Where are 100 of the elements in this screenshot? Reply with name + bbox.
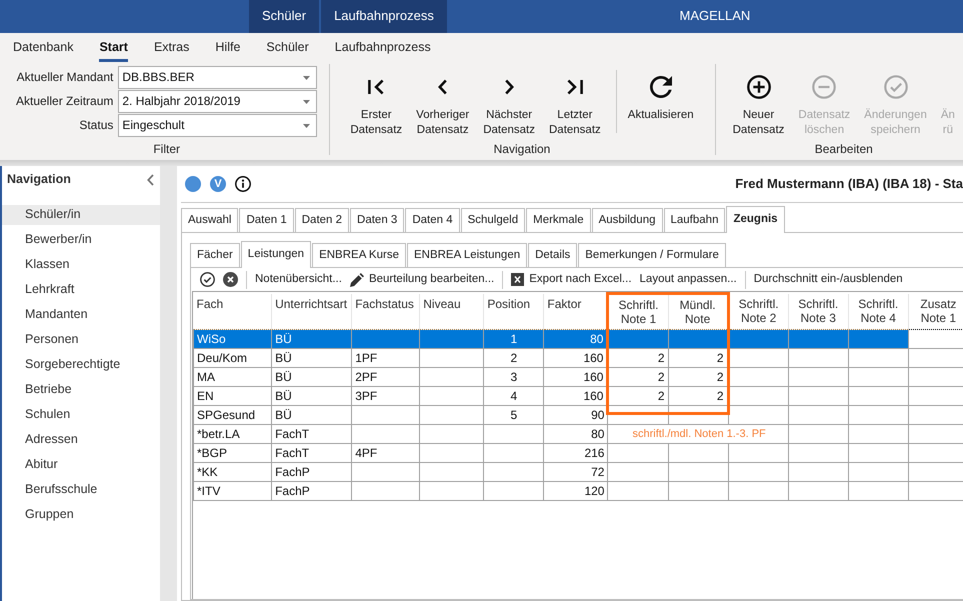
- check-circle-icon: [200, 272, 215, 287]
- letter-badge: V: [210, 176, 226, 192]
- plus-circle-icon: [746, 75, 770, 99]
- tab[interactable]: Details: [528, 243, 578, 267]
- skip-last-icon: [566, 79, 583, 95]
- ribbon-button[interactable]: Erster Datensatz: [343, 66, 410, 138]
- nav-item[interactable]: Gruppen: [2, 505, 160, 525]
- dropdown-caret-icon: [303, 100, 310, 104]
- nav-item[interactable]: Schulen: [2, 405, 160, 425]
- menu-tab[interactable]: Schüler: [266, 33, 309, 62]
- chevron-left-icon: [438, 79, 448, 95]
- tab[interactable]: Schulgeld: [460, 208, 526, 232]
- table-cell: 216: [544, 444, 608, 462]
- chevron-right-icon: [504, 79, 514, 95]
- tab[interactable]: Merkmale: [526, 208, 591, 232]
- tab[interactable]: Daten 4: [405, 208, 460, 232]
- tab[interactable]: ENBREA Kurse: [312, 243, 406, 267]
- dropdown-field[interactable]: Eingeschult: [118, 114, 318, 137]
- table-cell: Deu/Kom: [194, 348, 272, 368]
- tab[interactable]: Bemerkungen / Formulare: [578, 243, 726, 267]
- table-cell: BÜ: [272, 348, 352, 368]
- ribbon-button[interactable]: Nächster Datensatz: [476, 66, 542, 138]
- annotation-note: schriftl./mdl. Noten 1.-3. PF: [608, 424, 788, 444]
- table-cell: FachP: [272, 482, 352, 500]
- tab[interactable]: Ausbildung: [592, 208, 662, 232]
- tab[interactable]: Zeugnis: [726, 206, 785, 233]
- toolbar-button[interactable]: Export nach Excel...: [507, 270, 636, 290]
- table-cell: 160: [544, 348, 608, 368]
- tab[interactable]: Daten 3: [350, 208, 404, 232]
- nav-item[interactable]: Lehrkraft: [2, 280, 160, 300]
- table-cell: *BGP: [194, 444, 272, 462]
- nav-item[interactable]: Klassen: [2, 255, 160, 275]
- menu-tab[interactable]: Datenbank: [13, 33, 74, 62]
- nav-item[interactable]: Betriebe: [2, 380, 160, 400]
- group-label: Filter: [153, 142, 180, 156]
- nav-item[interactable]: Abitur: [2, 455, 160, 475]
- table-cell: BÜ: [272, 386, 352, 406]
- tab[interactable]: Fächer: [190, 243, 240, 267]
- table-cell: 2: [608, 368, 668, 386]
- menu-tab[interactable]: Laufbahnprozess: [334, 33, 431, 62]
- table-cell: 2: [608, 348, 668, 368]
- context-tab[interactable]: Laufbahnprozess: [321, 0, 447, 33]
- tab[interactable]: ENBREA Leistungen: [406, 243, 528, 267]
- table-cell: FachP: [272, 462, 352, 482]
- status-dot-icon: [185, 176, 201, 192]
- ribbon-button[interactable]: Aktualisieren: [620, 66, 701, 138]
- x-circle-icon: [223, 272, 238, 287]
- toolbar-button[interactable]: Layout anpassen...: [636, 270, 741, 290]
- table-cell: 5: [484, 406, 544, 424]
- x-square-icon: [511, 273, 524, 286]
- table-cell: 2: [668, 368, 728, 386]
- table-cell: 3PF: [352, 386, 420, 406]
- collapse-chevron-icon[interactable]: [147, 174, 154, 186]
- refresh-icon: [650, 76, 672, 98]
- tab[interactable]: Auswahl: [181, 208, 238, 232]
- ribbon-button[interactable]: Neuer Datensatz: [726, 66, 792, 138]
- table-cell: 1: [484, 330, 544, 348]
- info-icon[interactable]: [235, 176, 251, 192]
- skip-first-icon: [368, 79, 384, 95]
- menu-tab[interactable]: Extras: [154, 33, 190, 62]
- record-title: Fred Mustermann (IBA) (IBA 18) - Sta: [735, 176, 963, 192]
- toolbar-button[interactable]: Notenübersicht...: [251, 270, 346, 290]
- table-cell: [608, 406, 668, 424]
- table-cell: FachT: [272, 424, 352, 444]
- nav-item[interactable]: Adressen: [2, 430, 160, 450]
- nav-item[interactable]: Bewerber/in: [2, 230, 160, 250]
- check-circle-icon: [884, 75, 908, 99]
- panel-title: Navigation: [7, 172, 71, 188]
- table-cell: SPGesund: [194, 406, 272, 424]
- tab[interactable]: Daten 2: [294, 208, 350, 232]
- minus-circle-icon: [812, 75, 836, 99]
- dropdown-field[interactable]: DB.BBS.BER: [118, 66, 318, 89]
- ribbon-button[interactable]: Vorheriger Datensatz: [409, 66, 476, 138]
- table-cell: 2: [484, 348, 544, 368]
- nav-item[interactable]: Berufsschule: [2, 480, 160, 500]
- nav-item[interactable]: Schüler/in: [2, 205, 160, 225]
- table-cell: BÜ: [272, 330, 352, 348]
- field-label: Aktueller Mandant: [16, 70, 114, 85]
- toolbar-button[interactable]: Durchschnitt ein-/ausblenden: [750, 270, 907, 290]
- table-cell: 2: [668, 348, 728, 368]
- app-title: MAGELLAN: [680, 8, 750, 25]
- table-cell: BÜ: [272, 368, 352, 386]
- table-cell: *ITV: [194, 482, 272, 500]
- dropdown-field[interactable]: 2. Halbjahr 2018/2019: [118, 90, 318, 113]
- tab[interactable]: Leistungen: [240, 241, 312, 268]
- nav-item[interactable]: Mandanten: [2, 305, 160, 325]
- tab[interactable]: Laufbahn: [664, 208, 726, 232]
- table-cell: MA: [194, 368, 272, 386]
- table-cell: FachT: [272, 444, 352, 462]
- nav-item[interactable]: Sorgeberechtigte: [2, 355, 160, 375]
- table-cell: *betr.LA: [194, 424, 272, 444]
- field-label: Status: [78, 118, 114, 133]
- tab[interactable]: Daten 1: [239, 208, 294, 232]
- toolbar-button[interactable]: Beurteilung bearbeiten...: [346, 270, 498, 290]
- menu-tab[interactable]: Hilfe: [215, 33, 240, 62]
- context-tab[interactable]: Schüler: [249, 0, 320, 33]
- dropdown-caret-icon: [303, 76, 310, 80]
- field-label: Aktueller Zeitraum: [16, 94, 114, 109]
- nav-item[interactable]: Personen: [2, 330, 160, 350]
- ribbon-button[interactable]: Letzter Datensatz: [542, 66, 608, 138]
